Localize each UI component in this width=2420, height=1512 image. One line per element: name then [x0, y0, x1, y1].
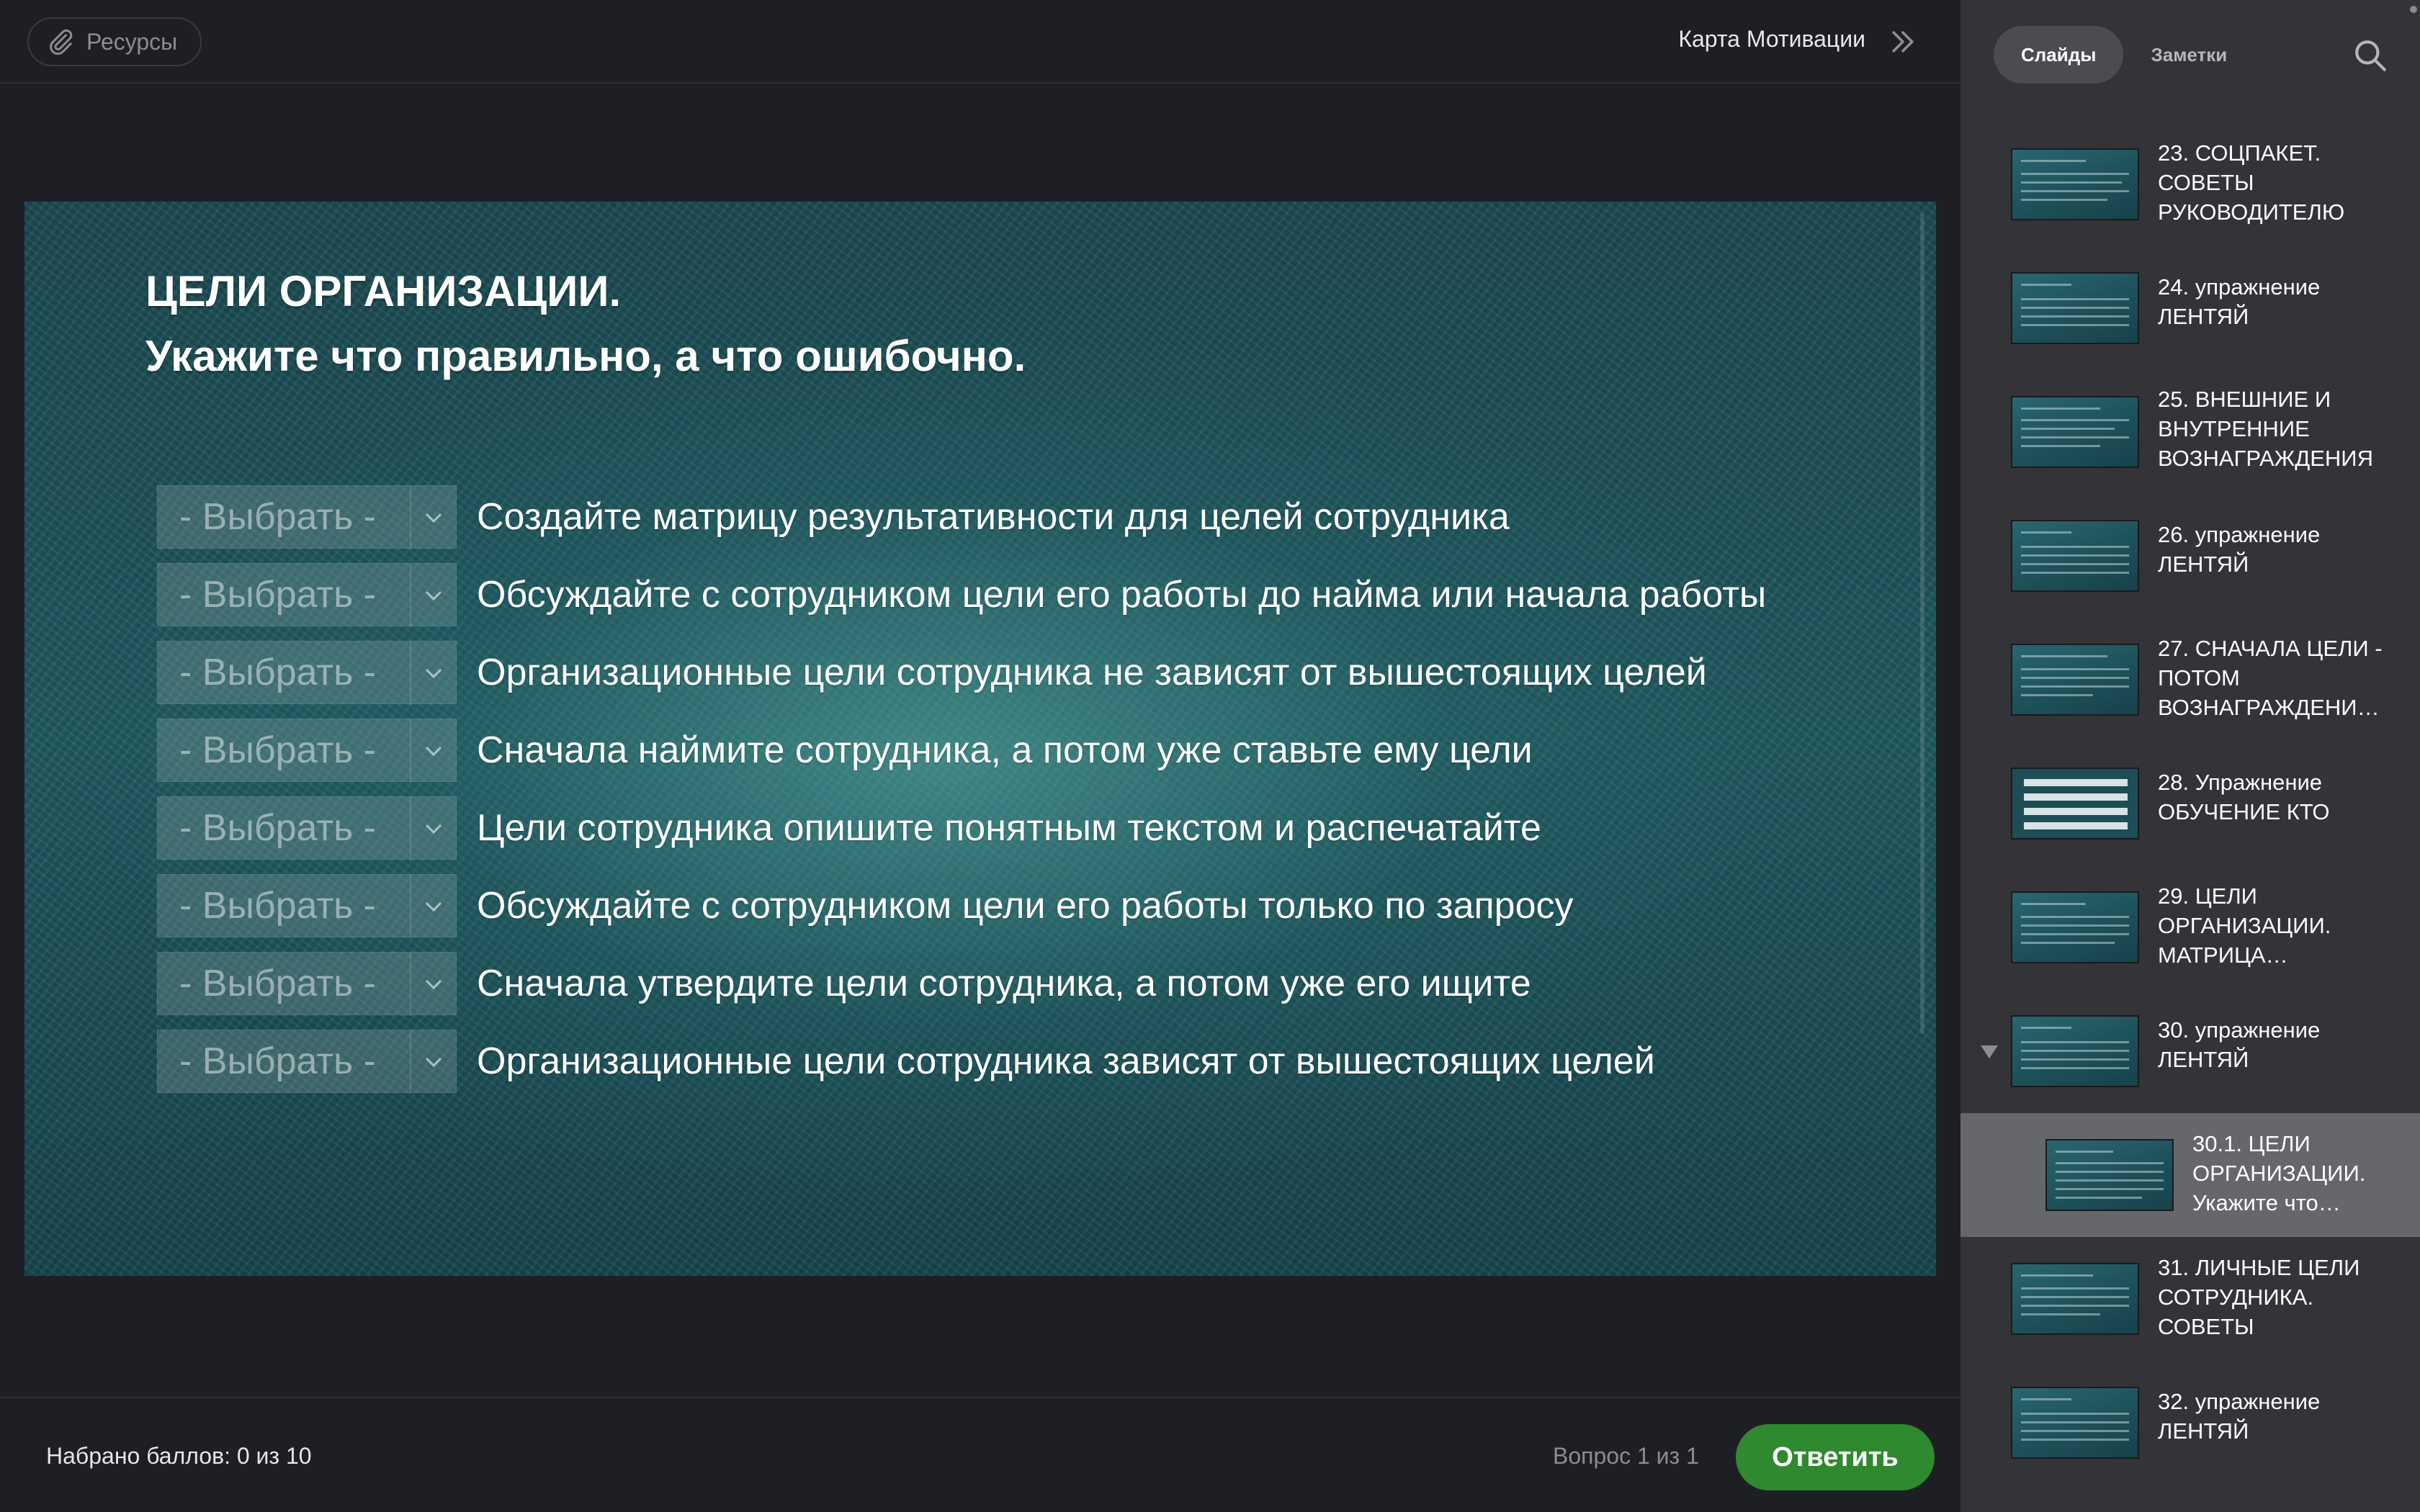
chevron-down-icon [410, 953, 456, 1016]
slide-thumbnail [2011, 1387, 2139, 1459]
sidebar-item-label: 31. ЛИЧНЫЕ ЦЕЛИ СОТРУДНИКА. СОВЕТЫ [2158, 1255, 2360, 1339]
answer-select[interactable]: - Выбрать - [157, 641, 457, 705]
statement-text: Организационные цели сотрудника зависят … [477, 1040, 1655, 1082]
slide-subtitle: Укажите что правильно, а что ошибочно. [145, 332, 1026, 380]
sidebar-item-label: 32. упражнение ЛЕНТЯЙ [2158, 1389, 2321, 1444]
chevron-down-icon [410, 1030, 456, 1094]
chevron-down-icon [410, 642, 456, 705]
answer-select[interactable]: - Выбрать - [157, 719, 457, 783]
slide-thumbnail [2011, 1015, 2139, 1087]
statement-text: Сначала наймите сотрудника, а потом уже … [477, 729, 1533, 771]
select-placeholder: - Выбрать - [179, 885, 376, 927]
course-title: Карта Мотивации [1678, 26, 1865, 52]
sidebar-item-31[interactable]: 31. ЛИЧНЫЕ ЦЕЛИ СОТРУДНИКА. СОВЕТЫ [1960, 1237, 2420, 1361]
statement-row: - Выбрать - Обсуждайте с сотрудником цел… [157, 874, 1574, 938]
triangle-down-icon[interactable] [1981, 1045, 1998, 1058]
statement-text: Сначала утвердите цели сотрудника, а пот… [477, 963, 1531, 1004]
slide-thumbnail [2011, 520, 2139, 592]
statement-text: Создайте матрицу результативности для це… [477, 496, 1510, 538]
chevron-down-icon [410, 719, 456, 783]
chevron-down-icon [410, 486, 456, 549]
statement-text: Цели сотрудника опишите понятным текстом… [477, 807, 1541, 849]
score-label: Набрано баллов: 0 из 10 [46, 1443, 312, 1469]
slide-thumbnail [2011, 644, 2139, 716]
slide-thumbnail [2045, 1139, 2174, 1211]
answer-select[interactable]: - Выбрать - [157, 874, 457, 938]
answer-select[interactable]: - Выбрать - [157, 1030, 457, 1094]
sidebar-item-label: 26. упражнение ЛЕНТЯЙ [2158, 522, 2321, 577]
resources-label: Ресурсы [86, 28, 178, 55]
sidebar-item-27[interactable]: 27. СНАЧАЛА ЦЕЛИ - ПОТОМ ВОЗНАГРАЖДЕНИ… [1960, 618, 2420, 742]
answer-select[interactable]: - Выбрать - [157, 563, 457, 627]
search-icon[interactable] [2352, 37, 2388, 73]
slide-thumbnail [2011, 396, 2139, 468]
double-chevron-right-icon[interactable] [1887, 26, 1919, 58]
player-main-panel: Ресурсы Карта Мотивации ЦЕЛИ ОРГАНИЗАЦИИ… [0, 0, 1960, 1512]
select-placeholder: - Выбрать - [179, 807, 376, 849]
slide-thumbnail [2011, 272, 2139, 344]
sidebar-item-23[interactable]: 23. СОЦПАКЕТ. СОВЕТЫ РУКОВОДИТЕЛЮ [1960, 122, 2420, 246]
statement-text: Обсуждайте с сотрудником цели его работы… [477, 885, 1574, 927]
submit-button[interactable]: Ответить [1736, 1424, 1935, 1490]
sidebar-item-label: 24. упражнение ЛЕНТЯЙ [2158, 274, 2321, 329]
sidebar-item-label: 27. СНАЧАЛА ЦЕЛИ - ПОТОМ ВОЗНАГРАЖДЕНИ… [2158, 636, 2383, 720]
sidebar-item-label: 28. Упражнение ОБУЧЕНИЕ КТО [2158, 770, 2330, 824]
bottom-bar: Набрано баллов: 0 из 10 Вопрос 1 из 1 От… [0, 1397, 1960, 1512]
answer-select[interactable]: - Выбрать - [157, 952, 457, 1016]
sidebar-item-label: 23. СОЦПАКЕТ. СОВЕТЫ РУКОВОДИТЕЛЮ [2158, 140, 2345, 225]
slide-thumbnail [2011, 891, 2139, 963]
select-placeholder: - Выбрать - [179, 574, 376, 616]
sidebar-item-28[interactable]: 28. Упражнение ОБУЧЕНИЕ КТО [1960, 742, 2420, 865]
statement-row: - Выбрать - Сначала наймите сотрудника, … [157, 719, 1533, 783]
paperclip-icon [50, 29, 73, 55]
slide-thumbnail [2011, 148, 2139, 220]
select-placeholder: - Выбрать - [179, 963, 376, 1004]
sidebar-item-30-1[interactable]: 30.1. ЦЕЛИ ОРГАНИЗАЦИИ. Укажите что… [1960, 1113, 2420, 1237]
sidebar-item-32[interactable]: 32. упражнение ЛЕНТЯЙ [1960, 1361, 2420, 1485]
statement-row: - Выбрать - Организационные цели сотрудн… [157, 641, 1707, 705]
sidebar-item-26[interactable]: 26. упражнение ЛЕНТЯЙ [1960, 494, 2420, 618]
select-placeholder: - Выбрать - [179, 652, 376, 693]
slide-canvas: ЦЕЛИ ОРГАНИЗАЦИИ. Укажите что правильно,… [24, 202, 1936, 1276]
select-placeholder: - Выбрать - [179, 729, 376, 771]
slides-sidebar: Слайды Заметки 23. СОЦПАКЕТ. СОВЕТЫ РУКО… [1960, 0, 2420, 1512]
statement-row: - Выбрать - Создайте матрицу результатив… [157, 485, 1510, 549]
sidebar-item-29[interactable]: 29. ЦЕЛИ ОРГАНИЗАЦИИ. МАТРИЦА… [1960, 865, 2420, 989]
statement-row: - Выбрать - Обсуждайте с сотрудником цел… [157, 563, 1767, 627]
sidebar-item-30[interactable]: 30. упражнение ЛЕНТЯЙ [1960, 989, 2420, 1113]
statement-row: - Выбрать - Организационные цели сотрудн… [157, 1030, 1655, 1094]
slide-scrollbar[interactable] [1920, 213, 1924, 1034]
sidebar-item-24[interactable]: 24. упражнение ЛЕНТЯЙ [1960, 246, 2420, 370]
statement-row: - Выбрать - Сначала утвердите цели сотру… [157, 952, 1531, 1016]
sidebar-item-label: 29. ЦЕЛИ ОРГАНИЗАЦИИ. МАТРИЦА… [2158, 883, 2331, 968]
select-placeholder: - Выбрать - [179, 496, 376, 538]
top-bar: Ресурсы Карта Мотивации [0, 0, 1960, 84]
chevron-down-icon [410, 564, 456, 627]
sidebar-item-25[interactable]: 25. ВНЕШНИЕ И ВНУТРЕННИЕ ВОЗНАГРАЖДЕНИЯ [1960, 370, 2420, 494]
answer-select[interactable]: - Выбрать - [157, 796, 457, 860]
tab-notes[interactable]: Заметки [2123, 26, 2254, 84]
slide-list: 23. СОЦПАКЕТ. СОВЕТЫ РУКОВОДИТЕЛЮ 24. уп… [1960, 122, 2420, 1485]
statement-text: Организационные цели сотрудника не завис… [477, 652, 1707, 693]
resources-button[interactable]: Ресурсы [27, 17, 202, 66]
sidebar-item-label: 30. упражнение ЛЕНТЯЙ [2158, 1017, 2321, 1072]
slide-title: ЦЕЛИ ОРГАНИЗАЦИИ. [145, 267, 622, 315]
app-window: Ресурсы Карта Мотивации ЦЕЛИ ОРГАНИЗАЦИИ… [0, 0, 2420, 1512]
sidebar-item-label: 25. ВНЕШНИЕ И ВНУТРЕННИЕ ВОЗНАГРАЖДЕНИЯ [2158, 387, 2373, 471]
statement-text: Обсуждайте с сотрудником цели его работы… [477, 574, 1767, 616]
select-placeholder: - Выбрать - [179, 1040, 376, 1082]
chevron-down-icon [410, 875, 456, 938]
slide-thumbnail [2011, 768, 2139, 840]
answer-select[interactable]: - Выбрать - [157, 485, 457, 549]
statement-row: - Выбрать - Цели сотрудника опишите поня… [157, 796, 1541, 860]
chevron-down-icon [410, 797, 456, 860]
status-dot [2410, 6, 2417, 13]
sidebar-item-label: 30.1. ЦЕЛИ ОРГАНИЗАЦИИ. Укажите что… [2192, 1131, 2366, 1215]
sidebar-tabs: Слайды Заметки [1994, 26, 2254, 84]
slide-thumbnail [2011, 1263, 2139, 1335]
tab-slides[interactable]: Слайды [1994, 26, 2124, 84]
question-counter: Вопрос 1 из 1 [1553, 1443, 1699, 1469]
